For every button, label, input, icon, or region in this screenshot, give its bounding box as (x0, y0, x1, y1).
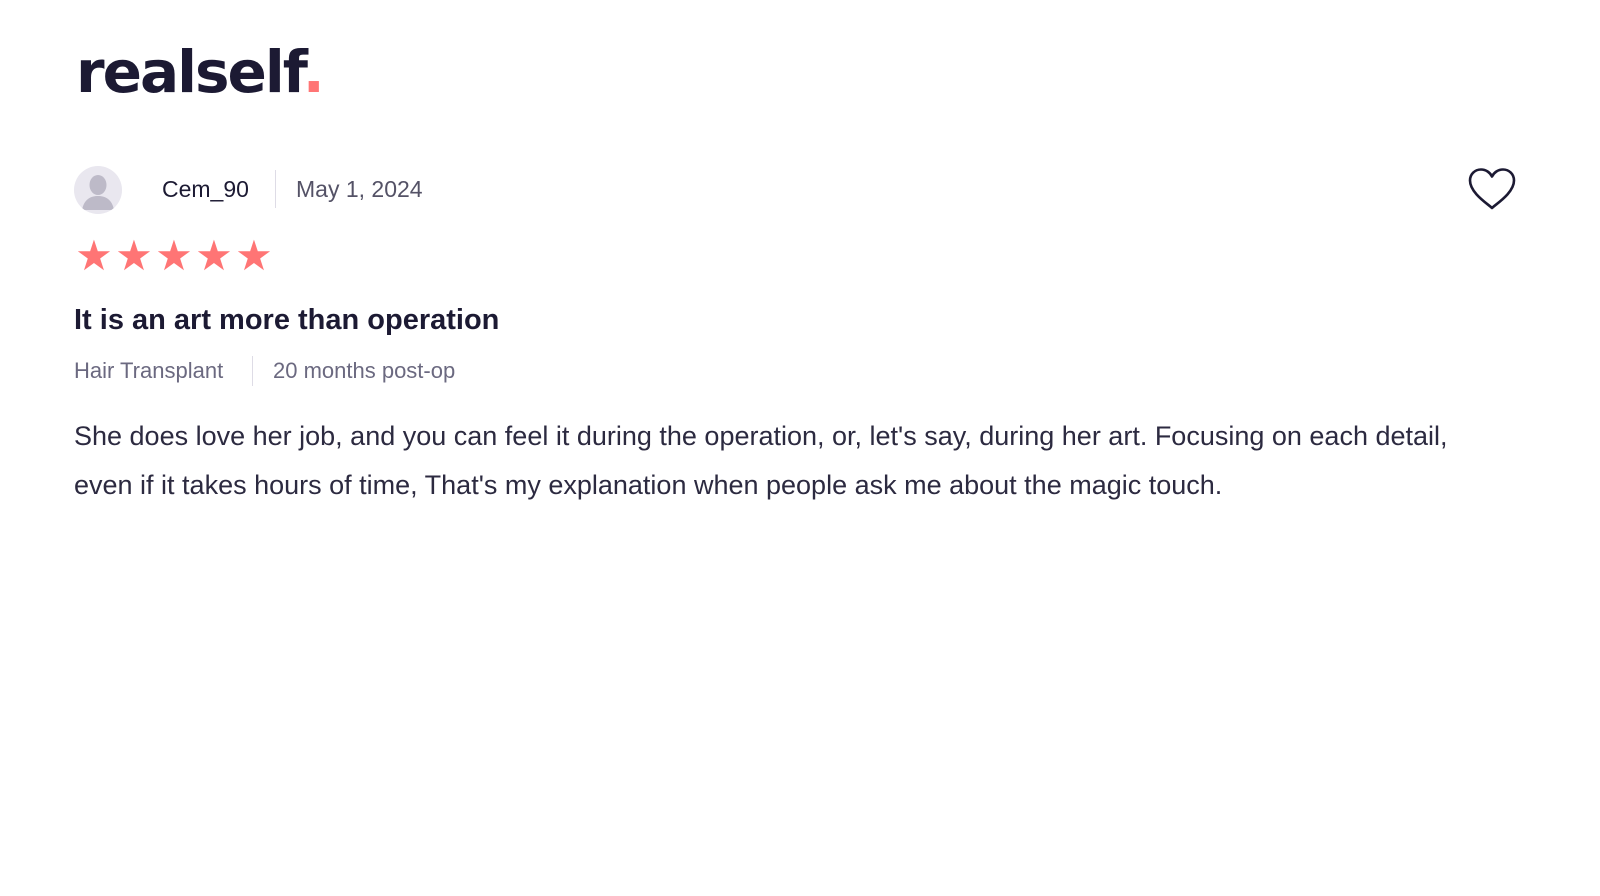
meta-divider (252, 356, 253, 386)
heart-outline-icon (1468, 168, 1516, 210)
favorite-button[interactable] (1466, 166, 1518, 212)
review-date: May 1, 2024 (296, 176, 423, 202)
review-page: realself. Cem_90 May 1, 2024 ★ ★ ★ ★ ★ It is… (74, 0, 1516, 896)
time-post-op: 20 months post-op (273, 358, 456, 383)
star-icon: ★ (235, 231, 273, 280)
review-author[interactable]: Cem_90 (162, 178, 249, 201)
avatar[interactable] (74, 166, 122, 214)
star-icon: ★ (195, 231, 233, 280)
user-silhouette-icon (74, 166, 122, 214)
review-header: Cem_90 May 1, 2024 (74, 166, 1516, 214)
star-icon: ★ (75, 231, 113, 280)
logo-dot: . (302, 38, 325, 106)
header-divider (275, 170, 276, 208)
review-title: It is an art more than operation (74, 304, 500, 336)
procedure-name[interactable]: Hair Transplant (74, 358, 223, 384)
review-body: She does love her job, and you can feel … (74, 421, 1448, 500)
star-icon: ★ (115, 231, 153, 280)
star-rating: ★ ★ ★ ★ ★ (74, 231, 274, 280)
realself-logo[interactable]: realself. (76, 43, 325, 101)
review-meta: Hair Transplant 20 months post-op (74, 356, 874, 388)
logo-wordmark: realself (76, 38, 305, 106)
star-icon: ★ (155, 231, 193, 280)
